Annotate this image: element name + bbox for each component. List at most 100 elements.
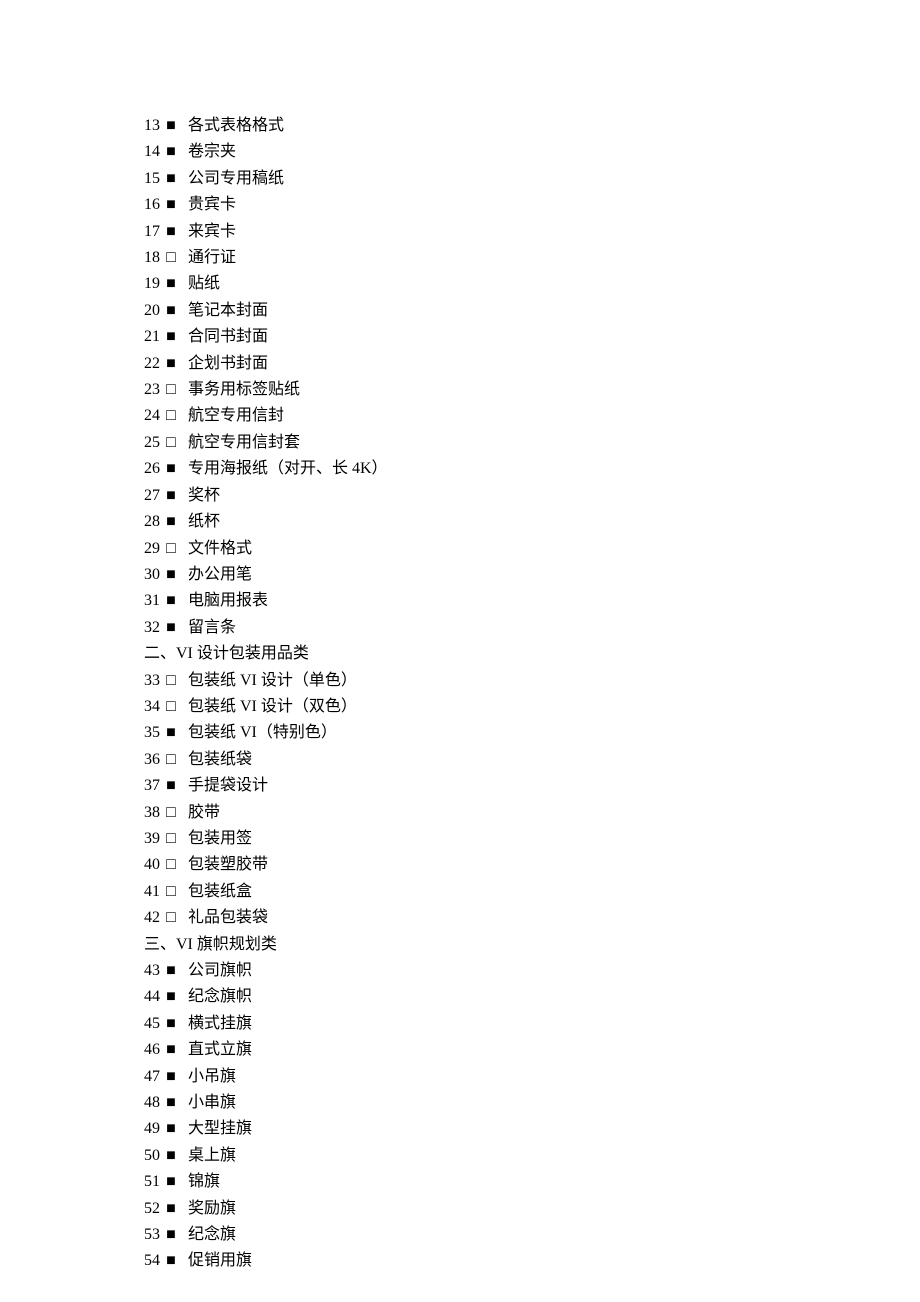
empty-square-icon <box>164 879 178 905</box>
item-label: 大型挂旗 <box>184 1120 252 1137</box>
item-number: 32 <box>144 615 164 641</box>
item-label: 奖励旗 <box>184 1200 236 1217</box>
item-label: 各式表格格式 <box>184 117 284 134</box>
list-item: 15 公司专用稿纸 <box>144 166 920 192</box>
item-label: 笔记本封面 <box>184 302 268 319</box>
item-number: 53 <box>144 1222 164 1248</box>
list-item: 53 纪念旗 <box>144 1222 920 1248</box>
item-label: 事务用标签贴纸 <box>184 381 300 398</box>
filled-square-icon <box>164 1037 178 1063</box>
item-label: 纸杯 <box>184 513 220 530</box>
list-item: 13 各式表格格式 <box>144 113 920 139</box>
item-label: 航空专用信封 <box>184 407 284 424</box>
item-number: 23 <box>144 377 164 403</box>
empty-square-icon <box>164 905 178 931</box>
filled-square-icon <box>164 1090 178 1116</box>
filled-square-icon <box>164 958 178 984</box>
list-item: 52 奖励旗 <box>144 1196 920 1222</box>
item-number: 20 <box>144 298 164 324</box>
filled-square-icon <box>164 1064 178 1090</box>
list-item: 45 横式挂旗 <box>144 1011 920 1037</box>
filled-square-icon <box>164 720 178 746</box>
filled-square-icon <box>164 483 178 509</box>
list-item: 31 电脑用报表 <box>144 588 920 614</box>
item-label: 奖杯 <box>184 487 220 504</box>
filled-square-icon <box>164 1169 178 1195</box>
list-item: 26 专用海报纸（对开、长 4K） <box>144 456 920 482</box>
item-number: 16 <box>144 192 164 218</box>
list-item: 18 通行证 <box>144 245 920 271</box>
list-item: 37 手提袋设计 <box>144 773 920 799</box>
item-number: 37 <box>144 773 164 799</box>
list-item: 29 文件格式 <box>144 536 920 562</box>
list-item: 24 航空专用信封 <box>144 403 920 429</box>
list-item: 40 包装塑胶带 <box>144 852 920 878</box>
item-label: 锦旗 <box>184 1173 220 1190</box>
empty-square-icon <box>164 826 178 852</box>
filled-square-icon <box>164 1116 178 1142</box>
filled-square-icon <box>164 1248 178 1274</box>
empty-square-icon <box>164 430 178 456</box>
item-label: 来宾卡 <box>184 223 236 240</box>
item-label: 包装纸 VI（特别色） <box>184 724 337 741</box>
list-item: 49 大型挂旗 <box>144 1116 920 1142</box>
item-number: 40 <box>144 852 164 878</box>
item-label: 包装塑胶带 <box>184 856 268 873</box>
list-item: 14 卷宗夹 <box>144 139 920 165</box>
list-item: 43 公司旗帜 <box>144 958 920 984</box>
document-list: 13 各式表格格式14 卷宗夹15 公司专用稿纸16 贵宾卡17 来宾卡18 通… <box>144 113 920 1275</box>
list-item: 44 纪念旗帜 <box>144 984 920 1010</box>
item-number: 15 <box>144 166 164 192</box>
item-number: 46 <box>144 1037 164 1063</box>
item-number: 30 <box>144 562 164 588</box>
list-item: 22 企划书封面 <box>144 351 920 377</box>
item-label: 促销用旗 <box>184 1252 252 1269</box>
list-item: 19 贴纸 <box>144 271 920 297</box>
empty-square-icon <box>164 377 178 403</box>
list-item: 17 来宾卡 <box>144 219 920 245</box>
item-number: 39 <box>144 826 164 852</box>
item-label: 文件格式 <box>184 540 252 557</box>
list-item: 20 笔记本封面 <box>144 298 920 324</box>
list-item: 35 包装纸 VI（特别色） <box>144 720 920 746</box>
item-label: 胶带 <box>184 804 220 821</box>
list-item: 21 合同书封面 <box>144 324 920 350</box>
item-number: 51 <box>144 1169 164 1195</box>
filled-square-icon <box>164 298 178 324</box>
item-label: 包装纸 VI 设计（双色） <box>184 698 357 715</box>
filled-square-icon <box>164 773 178 799</box>
filled-square-icon <box>164 562 178 588</box>
item-label: 直式立旗 <box>184 1041 252 1058</box>
item-number: 28 <box>144 509 164 535</box>
filled-square-icon <box>164 1011 178 1037</box>
item-label: 合同书封面 <box>184 328 268 345</box>
filled-square-icon <box>164 324 178 350</box>
filled-square-icon <box>164 192 178 218</box>
item-number: 47 <box>144 1064 164 1090</box>
item-number: 29 <box>144 536 164 562</box>
item-label: 包装纸 VI 设计（单色） <box>184 672 357 689</box>
item-label: 桌上旗 <box>184 1147 236 1164</box>
item-number: 41 <box>144 879 164 905</box>
item-number: 18 <box>144 245 164 271</box>
item-label: 卷宗夹 <box>184 143 236 160</box>
list-item: 51 锦旗 <box>144 1169 920 1195</box>
item-label: 包装纸袋 <box>184 751 252 768</box>
item-label: 办公用笔 <box>184 566 252 583</box>
list-item: 16 贵宾卡 <box>144 192 920 218</box>
item-number: 54 <box>144 1248 164 1274</box>
list-item: 32 留言条 <box>144 615 920 641</box>
item-number: 31 <box>144 588 164 614</box>
item-label: 手提袋设计 <box>184 777 268 794</box>
filled-square-icon <box>164 1143 178 1169</box>
item-number: 19 <box>144 271 164 297</box>
list-item: 39 包装用签 <box>144 826 920 852</box>
item-label: 公司旗帜 <box>184 962 252 979</box>
list-item: 34 包装纸 VI 设计（双色） <box>144 694 920 720</box>
empty-square-icon <box>164 852 178 878</box>
empty-square-icon <box>164 668 178 694</box>
item-number: 50 <box>144 1143 164 1169</box>
item-label: 通行证 <box>184 249 236 266</box>
item-number: 17 <box>144 219 164 245</box>
list-item: 46 直式立旗 <box>144 1037 920 1063</box>
